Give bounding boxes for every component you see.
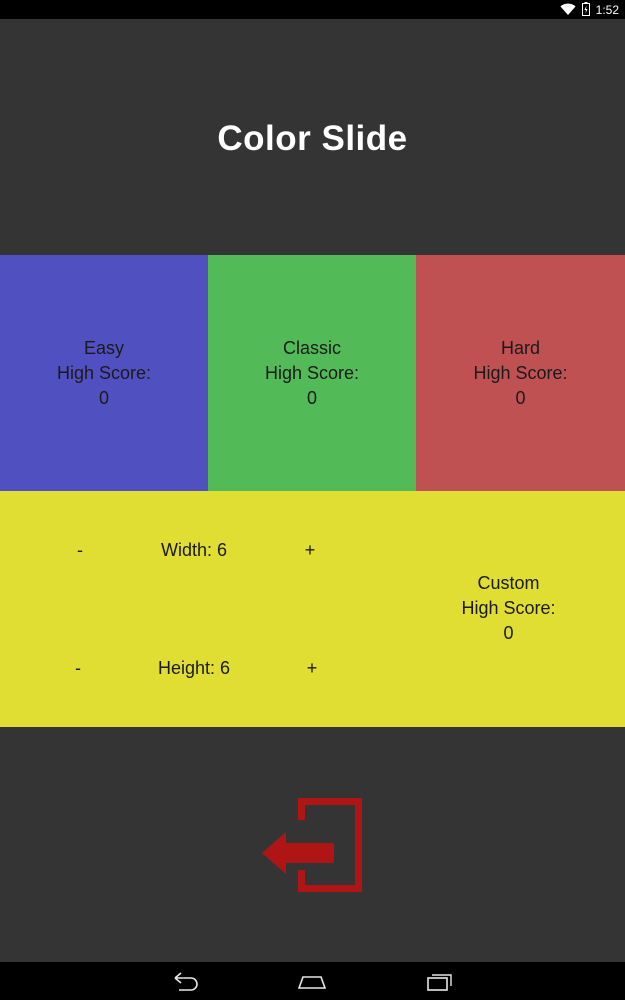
recents-icon: [427, 974, 452, 991]
back-button[interactable]: [171, 970, 201, 992]
exit-button[interactable]: [258, 792, 368, 898]
hard-mode-label: Hard: [500, 337, 540, 358]
status-bar: 1:52: [0, 0, 625, 19]
easy-mode-button[interactable]: Easy High Score: 0: [0, 255, 208, 491]
hard-high-score-label: High Score:: [473, 362, 568, 383]
custom-mode-button[interactable]: Custom High Score: 0: [416, 571, 601, 646]
title-area: Color Slide: [0, 19, 625, 255]
classic-high-score-value: 0: [306, 387, 317, 408]
home-icon: [297, 976, 327, 989]
status-icons: 1:52: [560, 2, 619, 19]
mode-tiles: Easy High Score: 0 Classic High Score: 0…: [0, 255, 625, 491]
classic-mode-button[interactable]: Classic High Score: 0: [208, 255, 416, 491]
status-time: 1:52: [595, 3, 619, 17]
navigation-bar: [0, 962, 625, 1000]
home-button[interactable]: [297, 970, 327, 992]
easy-high-score-value: 0: [98, 387, 109, 408]
hard-mode-button[interactable]: Hard High Score: 0: [416, 255, 625, 491]
recents-button[interactable]: [425, 970, 455, 992]
hard-high-score-value: 0: [515, 387, 526, 408]
width-increment-button[interactable]: +: [299, 539, 321, 561]
exit-icon: [262, 798, 362, 892]
height-label: Height: 6: [157, 658, 231, 678]
custom-high-score-value: 0: [503, 623, 514, 643]
battery-icon: [581, 2, 590, 19]
custom-mode-panel: - Width: 6 + - Height: 6 + Custom High S…: [0, 491, 625, 727]
easy-high-score-label: High Score:: [56, 362, 152, 383]
width-label: Width: 6: [160, 540, 228, 560]
page-title: Color Slide: [217, 119, 408, 158]
height-decrement-button[interactable]: -: [68, 657, 88, 679]
custom-mode-label: Custom: [477, 573, 540, 593]
width-decrement-button[interactable]: -: [70, 539, 90, 561]
custom-high-score-label: High Score:: [461, 598, 556, 618]
classic-high-score-label: High Score:: [264, 362, 360, 383]
wifi-icon: [560, 3, 576, 19]
height-increment-button[interactable]: +: [301, 657, 323, 679]
classic-mode-label: Classic: [282, 337, 341, 358]
back-icon: [174, 972, 198, 991]
easy-mode-label: Easy: [83, 337, 125, 358]
